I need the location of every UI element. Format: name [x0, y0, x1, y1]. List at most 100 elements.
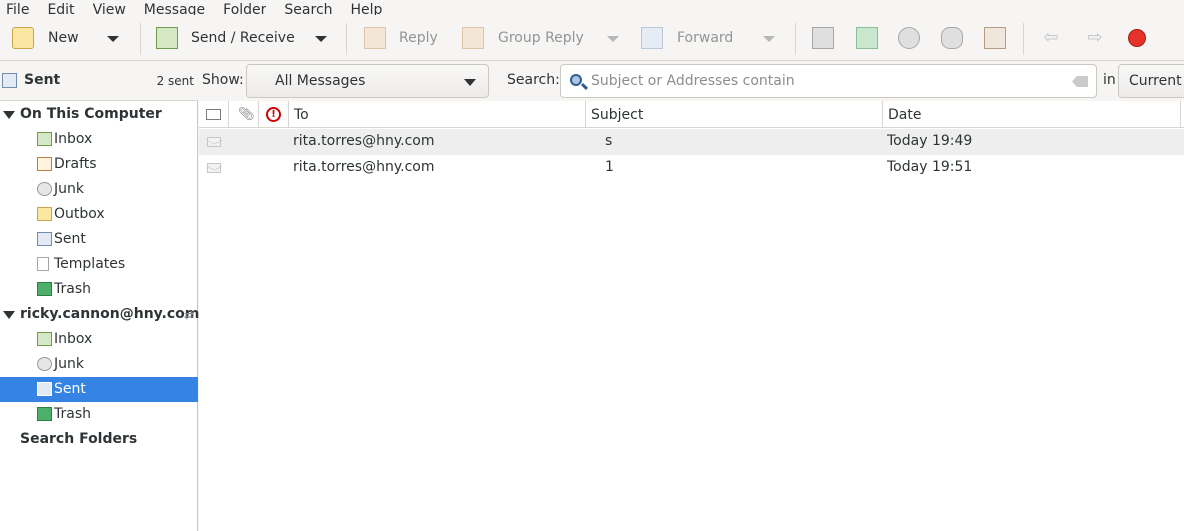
junk-button[interactable] — [898, 17, 920, 59]
folder-label: Trash — [54, 406, 91, 422]
menu-search[interactable]: Search — [284, 0, 332, 16]
sync-arrows-icon[interactable]: ⇄ — [184, 308, 194, 322]
folder-item-inbox[interactable]: Inbox — [0, 327, 198, 352]
menubar: File Edit View Message Folder Search Hel… — [0, 0, 1184, 15]
forward-dropdown-icon[interactable] — [763, 36, 775, 42]
drafts-icon — [37, 157, 52, 171]
not-junk-icon — [941, 27, 963, 49]
read-envelope-icon[interactable] — [207, 137, 221, 147]
scope-value: Current Folder — [1129, 73, 1184, 89]
search-placeholder: Subject or Addresses contain — [591, 73, 795, 89]
reply-icon — [364, 27, 386, 49]
not-junk-button[interactable] — [941, 17, 963, 59]
to-column-header[interactable]: To — [289, 101, 586, 128]
group-reply-button[interactable]: Group Reply — [462, 17, 584, 59]
folder-item-sent-selected[interactable]: Sent — [0, 377, 198, 402]
cancel-icon — [984, 27, 1006, 49]
new-message-icon — [12, 27, 34, 49]
row-subject: 1 — [605, 159, 614, 175]
important-icon: ! — [266, 107, 281, 122]
expand-triangle-icon[interactable] — [3, 311, 15, 319]
folder-item-junk[interactable]: Junk — [0, 352, 198, 377]
status-column-header[interactable] — [199, 101, 229, 128]
forward-button[interactable]: Forward — [641, 17, 733, 59]
flag-column-header[interactable]: ! — [259, 101, 289, 128]
row-subject: s — [605, 133, 613, 149]
read-envelope-icon[interactable] — [207, 163, 221, 173]
account-name: ricky.cannon@hny.com — [20, 306, 200, 322]
folder-item-outbox[interactable]: Outbox — [0, 202, 198, 227]
folder-item-junk[interactable]: Junk — [0, 177, 198, 202]
inbox-icon — [37, 132, 52, 146]
folder-item-templates[interactable]: Templates — [0, 252, 198, 277]
menu-edit[interactable]: Edit — [47, 0, 74, 16]
print-icon — [812, 27, 834, 49]
account-local[interactable]: On This Computer — [0, 102, 198, 127]
toolbar-separator — [140, 23, 141, 55]
subject-header-label: Subject — [591, 106, 644, 123]
trash-icon — [37, 282, 52, 296]
search-input[interactable]: Subject or Addresses contain — [560, 64, 1097, 98]
envelope-icon — [206, 109, 221, 120]
row-date: Today 19:51 — [887, 159, 973, 175]
row-date: Today 19:49 — [887, 133, 973, 149]
search-icon[interactable] — [570, 74, 582, 86]
account-remote[interactable]: ricky.cannon@hny.com ⇄ — [0, 302, 200, 327]
folder-item-drafts[interactable]: Drafts — [0, 152, 198, 177]
junk-icon — [898, 27, 920, 49]
forward-label: Forward — [677, 30, 734, 46]
show-select[interactable]: All Messages — [246, 64, 489, 98]
menu-file[interactable]: File — [6, 0, 29, 16]
menu-folder[interactable]: Folder — [223, 0, 266, 16]
folder-item-trash[interactable]: Trash — [0, 277, 198, 302]
delete-button[interactable] — [856, 17, 878, 59]
subject-column-header[interactable]: Subject — [586, 101, 883, 128]
folder-header-count: 2 sent — [156, 74, 194, 88]
search-label: Search: — [507, 72, 560, 88]
folder-label: Sent — [54, 381, 86, 397]
forward-arrow-icon: ⇨ — [1087, 27, 1103, 48]
sent-icon — [37, 382, 52, 396]
sent-icon — [37, 232, 52, 246]
attachment-column-header[interactable]: 📎︎ — [229, 101, 259, 128]
group-reply-label: Group Reply — [498, 30, 584, 46]
folder-header-title: Sent — [24, 72, 61, 88]
outbox-icon — [37, 207, 52, 221]
folder-header: Sent 2 sent — [0, 62, 198, 101]
toolbar-separator — [1023, 23, 1024, 55]
group-reply-icon — [462, 27, 484, 49]
toolbar-separator — [795, 23, 796, 55]
group-reply-dropdown-icon[interactable] — [607, 36, 619, 42]
previous-button[interactable]: ⇦ — [1040, 17, 1062, 59]
date-column-header[interactable]: Date — [883, 101, 1181, 128]
folder-pane: Sent 2 sent On This Computer Inbox Draft… — [0, 62, 200, 531]
templates-icon — [37, 257, 49, 271]
menu-help[interactable]: Help — [351, 0, 383, 16]
folder-label: Templates — [54, 256, 126, 272]
inbox-icon — [37, 332, 52, 346]
folder-item-trash[interactable]: Trash — [0, 402, 198, 427]
message-list: 📎︎ ! To Subject Date rita.torres@hny.com… — [199, 101, 1184, 531]
expand-triangle-icon[interactable] — [3, 111, 15, 119]
table-row[interactable]: rita.torres@hny.com s Today 19:49 — [199, 129, 1184, 155]
new-button[interactable]: New — [12, 17, 79, 59]
menu-message[interactable]: Message — [144, 0, 205, 16]
folder-label: Drafts — [54, 156, 97, 172]
cancel-button[interactable] — [984, 17, 1006, 59]
send-receive-button[interactable]: Send / Receive — [156, 17, 295, 59]
stop-button[interactable] — [1128, 17, 1146, 59]
print-button[interactable] — [812, 17, 834, 59]
clear-icon[interactable] — [1072, 76, 1088, 87]
next-button[interactable]: ⇨ — [1084, 17, 1106, 59]
reply-button[interactable]: Reply — [364, 17, 438, 59]
folder-item-inbox[interactable]: Inbox — [0, 127, 198, 152]
table-row[interactable]: rita.torres@hny.com 1 Today 19:51 — [199, 155, 1184, 181]
stop-icon — [1128, 29, 1146, 47]
folder-item-sent[interactable]: Sent — [0, 227, 198, 252]
menu-view[interactable]: View — [93, 0, 126, 16]
scope-select[interactable]: Current Folder — [1118, 64, 1184, 98]
row-to: rita.torres@hny.com — [293, 133, 435, 149]
search-folders[interactable]: Search Folders — [0, 427, 198, 452]
new-dropdown-icon[interactable] — [107, 36, 119, 42]
send-receive-dropdown-icon[interactable] — [315, 36, 327, 42]
